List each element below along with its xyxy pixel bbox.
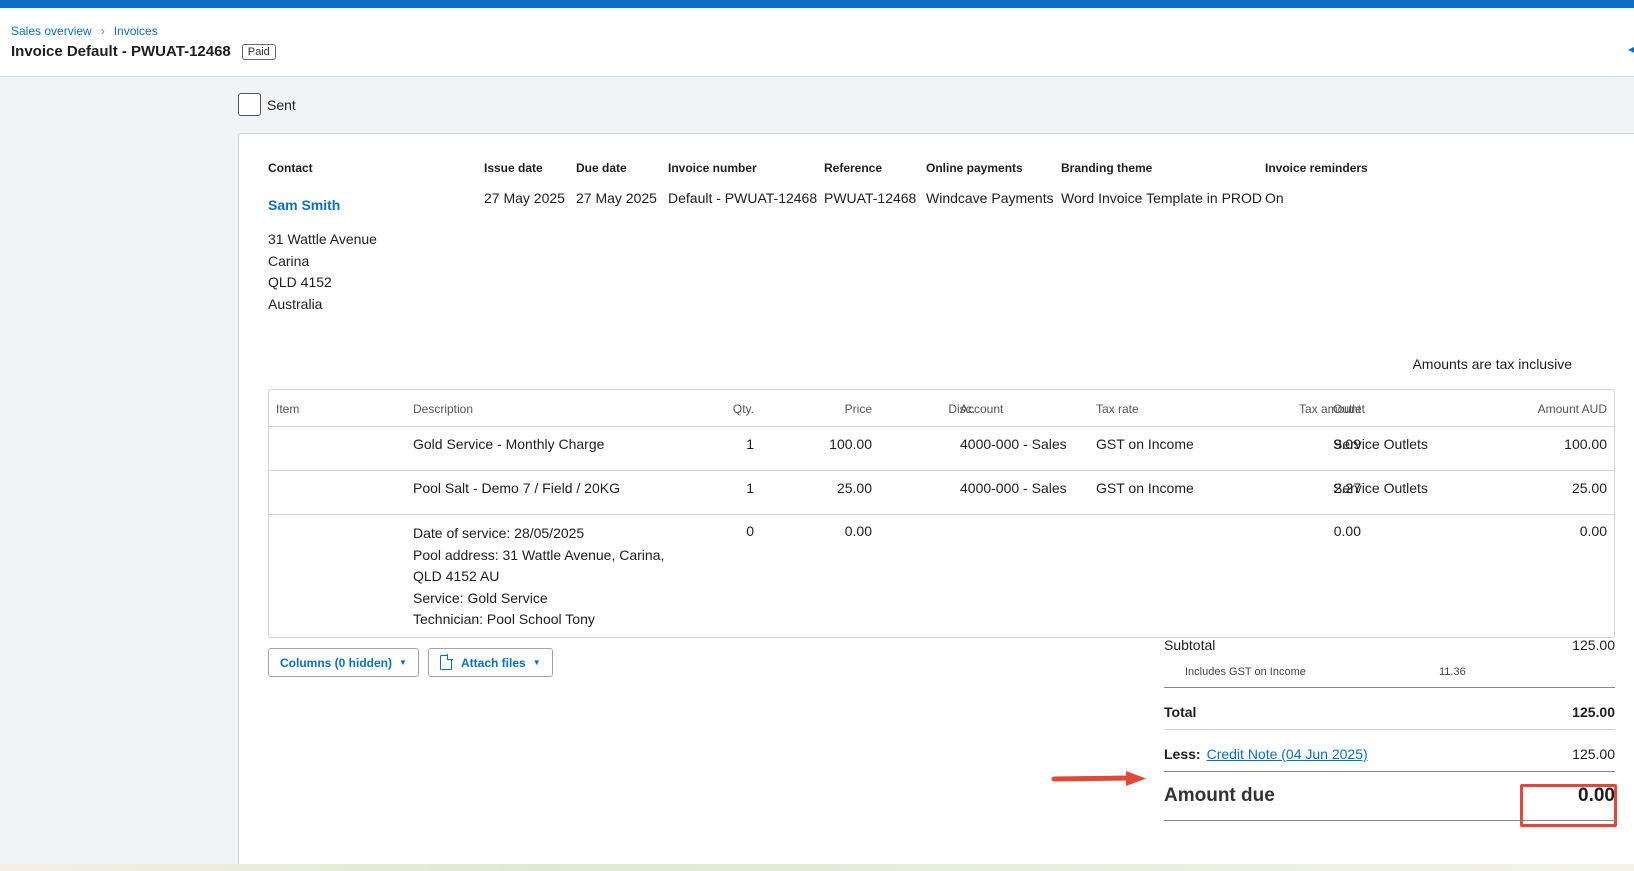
- page-title: Invoice Default - PWUAT-12468: [11, 43, 231, 60]
- online-payments-label: Online payments: [926, 161, 1023, 175]
- columns-button-label: Columns (0 hidden): [280, 655, 392, 670]
- cell-qty: 0: [746, 523, 754, 539]
- cell-amount: 0.00: [1579, 523, 1607, 539]
- table-row[interactable]: Date of service: 28/05/2025 Pool address…: [269, 515, 1614, 637]
- less-value: 125.00: [1572, 746, 1615, 762]
- page-header: Sales overview › Invoices Invoice Defaul…: [0, 8, 1634, 77]
- column-header-item: Item: [276, 402, 300, 416]
- total-value: 125.00: [1572, 704, 1615, 720]
- cell-outlet: Service Outlets: [1333, 480, 1428, 496]
- address-line: Carina: [268, 252, 310, 269]
- attach-files-label: Attach files: [461, 655, 526, 670]
- gst-label: Includes GST on Income: [1185, 666, 1306, 678]
- due-date-value: 27 May 2025: [576, 190, 657, 206]
- cell-price: 0.00: [844, 523, 872, 539]
- cell-account: 4000-000 - Sales: [960, 436, 1067, 452]
- cell-tax-rate: GST on Income: [1096, 480, 1194, 496]
- reference-value: PWUAT-12468: [824, 190, 917, 206]
- credit-note-link[interactable]: Credit Note (04 Jun 2025): [1207, 746, 1368, 762]
- branding-theme-value: Word Invoice Template in PROD: [1061, 190, 1263, 206]
- document-icon: [440, 654, 453, 670]
- column-header-qty: Qty.: [732, 402, 754, 416]
- invoice-reminders-value: On: [1265, 190, 1284, 206]
- top-accent-bar: [0, 0, 1634, 8]
- invoice-number-value: Default - PWUAT-12468: [668, 190, 818, 206]
- issue-date-value: 27 May 2025: [484, 190, 565, 206]
- cell-price: 25.00: [836, 480, 872, 496]
- column-header-amount: Amount AUD: [1537, 402, 1607, 416]
- cell-description: Pool Salt - Demo 7 / Field / 20KG: [413, 480, 620, 496]
- cell-amount: 100.00: [1564, 436, 1607, 452]
- due-date-label: Due date: [576, 161, 627, 175]
- cell-outlet: Service Outlets: [1333, 436, 1428, 452]
- address-line: Australia: [268, 295, 323, 312]
- breadcrumb: Sales overview › Invoices: [11, 24, 158, 38]
- tax-inclusive-note: Amounts are tax inclusive: [1412, 356, 1572, 372]
- bottom-strip: [0, 864, 1634, 871]
- invoice-number-label: Invoice number: [668, 161, 757, 175]
- cell-qty: 1: [746, 480, 754, 496]
- cell-description: Gold Service - Monthly Charge: [413, 436, 605, 452]
- subtotal-value: 125.00: [1572, 637, 1615, 653]
- sent-label: Sent: [267, 96, 296, 113]
- contact-label: Contact: [268, 161, 313, 175]
- divider: [1164, 687, 1615, 688]
- table-header: Item Description Qty. Price Disc. Accoun…: [269, 390, 1614, 427]
- cell-qty: 1: [746, 436, 754, 452]
- caret-down-icon: ▼: [532, 658, 541, 667]
- amount-due-label: Amount due: [1164, 785, 1275, 806]
- cell-amount: 25.00: [1571, 480, 1607, 496]
- address-line: 31 Wattle Avenue: [268, 231, 377, 247]
- attach-files-button[interactable]: Attach files ▼: [428, 648, 553, 677]
- divider: [1164, 729, 1615, 730]
- breadcrumb-invoices[interactable]: Invoices: [114, 24, 158, 38]
- table-row[interactable]: Gold Service - Monthly Charge 1 100.00 4…: [269, 427, 1614, 471]
- cell-account: 4000-000 - Sales: [960, 480, 1067, 496]
- column-header-account: Account: [960, 402, 1004, 416]
- column-header-outlet: Outlet: [1333, 402, 1366, 416]
- description-line: Pool address: 31 Wattle Avenue, Carina,: [413, 546, 665, 563]
- sent-checkbox[interactable]: [238, 93, 261, 116]
- arrow-right-icon: [1051, 771, 1146, 786]
- less-row: Less: Credit Note (04 Jun 2025): [1164, 746, 1368, 762]
- column-header-tax-rate: Tax rate: [1096, 402, 1139, 416]
- reference-label: Reference: [824, 161, 883, 175]
- cell-tax-rate: GST on Income: [1096, 436, 1194, 452]
- description-line: Technician: Pool School Tony: [413, 611, 595, 627]
- column-header-description: Description: [413, 402, 474, 416]
- columns-dropdown-button[interactable]: Columns (0 hidden) ▼: [268, 648, 419, 677]
- issue-date-label: Issue date: [484, 161, 543, 175]
- online-payments-value: Windcave Payments: [926, 190, 1054, 206]
- divider: [1164, 771, 1615, 772]
- caret-down-icon: ▼: [399, 658, 407, 667]
- divider: [1164, 820, 1615, 821]
- cell-description: Date of service: 28/05/2025 Pool address…: [413, 523, 664, 631]
- cell-price: 100.00: [829, 436, 872, 452]
- description-line: Date of service: 28/05/2025: [413, 525, 585, 541]
- address-line: QLD 4152: [268, 274, 332, 290]
- description-line: QLD 4152 AU: [413, 568, 500, 584]
- invoice-reminders-label: Invoice reminders: [1265, 161, 1368, 175]
- contact-name-link[interactable]: Sam Smith: [268, 197, 340, 213]
- line-items-table: Item Description Qty. Price Disc. Accoun…: [268, 389, 1615, 638]
- invoice-card: Contact Sam Smith 31 Wattle Avenue Carin…: [238, 133, 1634, 871]
- chevron-left-icon[interactable]: ◀: [1628, 42, 1634, 56]
- total-label: Total: [1164, 704, 1197, 720]
- breadcrumb-sales-overview[interactable]: Sales overview: [11, 24, 92, 38]
- status-badge: Paid: [241, 43, 276, 60]
- gst-value: 11.36: [1439, 666, 1466, 678]
- sent-toggle: Sent: [238, 93, 296, 116]
- breadcrumb-separator: ›: [100, 24, 105, 38]
- subtotal-label: Subtotal: [1164, 637, 1216, 653]
- description-line: Service: Gold Service: [413, 589, 548, 606]
- less-label: Less:: [1164, 746, 1201, 762]
- table-row[interactable]: Pool Salt - Demo 7 / Field / 20KG 1 25.0…: [269, 471, 1614, 515]
- column-header-price: Price: [844, 402, 872, 416]
- contact-address: 31 Wattle Avenue Carina QLD 4152 Austral…: [268, 229, 377, 315]
- cell-tax-amount: 0.00: [1333, 523, 1361, 539]
- branding-theme-label: Branding theme: [1061, 161, 1153, 175]
